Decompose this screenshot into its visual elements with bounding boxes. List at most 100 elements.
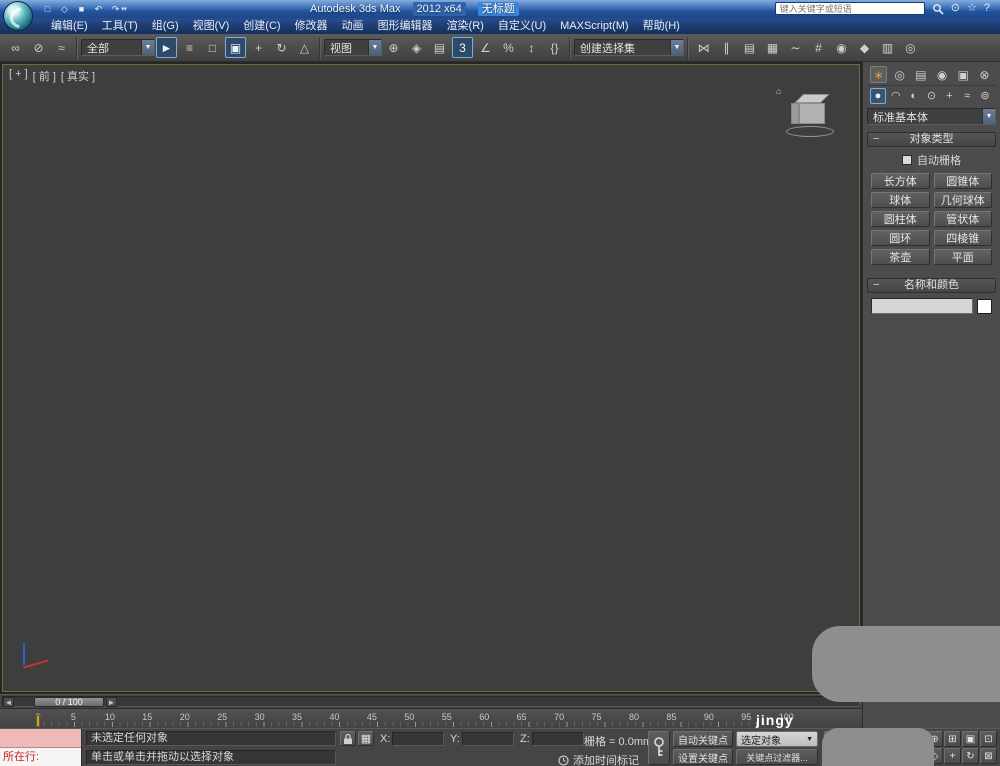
unlink-selection-icon[interactable]: ⊘ — [28, 37, 49, 58]
select-and-link-icon[interactable]: ∞ — [5, 37, 26, 58]
key-filters-button[interactable]: 关键点过滤器... — [736, 749, 818, 765]
menu-item[interactable]: 图形编辑器 — [371, 18, 440, 34]
menu-item[interactable]: 渲染(R) — [440, 18, 491, 34]
use-pivot-point-center-icon[interactable]: ⊕ — [383, 37, 404, 58]
chevron-down-icon[interactable]: ▼ — [368, 40, 381, 55]
add-time-tag[interactable]: 添加时间标记 — [558, 752, 639, 766]
y-coordinate-field[interactable] — [462, 732, 514, 746]
infocenter-search-input[interactable]: 键入关键字或短语 — [774, 2, 925, 15]
chevron-down-icon[interactable]: ▼ — [982, 109, 995, 124]
viewport-view-label[interactable]: [ 前 ] — [33, 68, 56, 84]
object-type-rollout-header[interactable]: − 对象类型 — [867, 132, 996, 147]
motion-tab-icon[interactable]: ◉ — [934, 66, 951, 83]
object-color-swatch[interactable] — [977, 298, 992, 314]
current-frame-marker[interactable] — [36, 715, 40, 727]
modify-tab-icon[interactable]: ◎ — [891, 66, 908, 83]
utilities-tab-icon[interactable]: ⊗ — [976, 66, 993, 83]
object-type-button[interactable]: 圆环 — [871, 230, 930, 246]
view-cube-side-face[interactable] — [791, 103, 799, 124]
helpers-category-icon[interactable]: + — [941, 88, 957, 104]
next-frame-arrow-icon[interactable]: ► — [106, 697, 117, 707]
menu-item[interactable]: 修改器 — [288, 18, 335, 34]
z-coordinate-field[interactable] — [532, 732, 584, 746]
view-cube-front-face[interactable] — [799, 103, 825, 124]
selection-filter-dropdown[interactable]: 全部 ▼ — [81, 39, 155, 56]
spinner-snap-icon[interactable]: ↕ — [521, 37, 542, 58]
schematic-view-icon[interactable]: # — [808, 37, 829, 58]
hierarchy-tab-icon[interactable]: ▤ — [912, 66, 929, 83]
material-editor-icon[interactable]: ◉ — [831, 37, 852, 58]
set-key-button[interactable] — [648, 731, 670, 765]
object-type-button[interactable]: 球体 — [871, 192, 930, 208]
view-cube-ring[interactable] — [786, 126, 834, 137]
geometry-category-icon[interactable]: ● — [870, 87, 886, 104]
pan-icon[interactable]: + — [944, 748, 961, 764]
menu-item[interactable]: MAXScript(M) — [553, 18, 635, 34]
select-by-name-icon[interactable]: ≡ — [179, 37, 200, 58]
snap-toggle-icon[interactable]: 3 — [452, 37, 473, 58]
open-file-icon[interactable]: ◇ — [57, 2, 72, 16]
set-keys-mode-button[interactable]: 设置关键点 — [673, 749, 733, 765]
viewport-menu-label[interactable]: [ + ] — [9, 68, 28, 84]
time-slider-track[interactable] — [2, 696, 860, 707]
named-selection-sets-dropdown[interactable]: 创建选择集 ▼ — [574, 39, 684, 56]
view-cube-top-face[interactable] — [794, 94, 830, 103]
menu-item[interactable]: 工具(T) — [95, 18, 145, 34]
key-set-dropdown[interactable]: 选定对象 ▼ — [736, 731, 818, 747]
layer-manager-icon[interactable]: ▤ — [739, 37, 760, 58]
auto-key-button[interactable]: 自动关键点 — [673, 731, 733, 747]
menu-item[interactable]: 创建(C) — [236, 18, 287, 34]
object-type-button[interactable]: 平面 — [933, 249, 992, 265]
help-icon[interactable]: ? — [984, 2, 990, 15]
front-viewport[interactable]: [ + ] [ 前 ] [ 真实 ] ⌂ — [2, 64, 860, 692]
object-type-button[interactable]: 茶壶 — [871, 249, 930, 265]
menu-item[interactable]: 组(G) — [145, 18, 186, 34]
object-type-button[interactable]: 圆锥体 — [933, 173, 992, 189]
home-icon[interactable]: ⌂ — [776, 86, 781, 96]
object-name-input[interactable] — [871, 298, 973, 314]
create-tab-icon[interactable]: ∗ — [870, 66, 887, 83]
lights-category-icon[interactable]: ◐ — [906, 88, 922, 104]
menu-item[interactable]: 编辑(E) — [44, 18, 95, 34]
maxscript-mini-listener[interactable]: 所在行: — [0, 729, 82, 766]
maximize-viewport-icon[interactable]: ⊠ — [980, 748, 997, 764]
zoom-extents-icon[interactable]: ▣ — [962, 731, 979, 747]
undo-icon[interactable]: ↶ — [91, 2, 106, 16]
select-object-icon[interactable]: ► — [156, 37, 177, 58]
track-bar[interactable]: 0510152025303540455055606570758085909510… — [0, 708, 862, 728]
menu-item[interactable]: 动画 — [335, 18, 371, 34]
select-and-rotate-icon[interactable]: ↻ — [271, 37, 292, 58]
communication-center-icon[interactable]: ⊙ — [951, 2, 960, 15]
align-icon[interactable]: ∥ — [716, 37, 737, 58]
object-type-button[interactable]: 长方体 — [871, 173, 930, 189]
redo-dropdown-caret[interactable]: ▾ — [124, 5, 128, 13]
new-scene-icon[interactable]: □ — [40, 2, 55, 16]
object-type-button[interactable]: 几何球体 — [933, 192, 992, 208]
time-slider-handle[interactable]: 0 / 100 — [34, 697, 104, 707]
listener-line[interactable]: 所在行: — [0, 748, 81, 766]
rendered-frame-window-icon[interactable]: ▥ — [877, 37, 898, 58]
absolute-offset-mode-toggle[interactable]: ▦ — [358, 731, 374, 746]
shapes-category-icon[interactable]: ◠ — [888, 88, 904, 104]
max-logo-icon[interactable] — [3, 1, 33, 31]
select-and-move-icon[interactable]: + — [248, 37, 269, 58]
render-production-icon[interactable]: ◎ — [900, 37, 921, 58]
edit-named-selection-sets-icon[interactable]: {} — [544, 37, 565, 58]
angle-snap-icon[interactable]: ∠ — [475, 37, 496, 58]
reference-coordinate-dropdown[interactable]: 视图 ▼ — [324, 39, 382, 56]
display-tab-icon[interactable]: ▣ — [955, 66, 972, 83]
menu-item[interactable]: 视图(V) — [186, 18, 237, 34]
previous-frame-arrow-icon[interactable]: ◄ — [3, 697, 14, 707]
menu-item[interactable]: 帮助(H) — [636, 18, 687, 34]
mirror-icon[interactable]: ⋈ — [693, 37, 714, 58]
render-setup-icon[interactable]: ◆ — [854, 37, 875, 58]
space-warps-category-icon[interactable]: ≈ — [959, 88, 975, 104]
name-color-rollout-header[interactable]: − 名称和颜色 — [867, 278, 996, 293]
keyboard-shortcut-override-icon[interactable]: ▤ — [429, 37, 450, 58]
cameras-category-icon[interactable]: ⊙ — [923, 88, 939, 104]
select-and-scale-icon[interactable]: △ — [294, 37, 315, 58]
window-crossing-icon[interactable]: ▣ — [225, 37, 246, 58]
graphite-modeling-icon[interactable]: ▦ — [762, 37, 783, 58]
macro-recorder-line[interactable] — [0, 729, 81, 748]
curve-editor-icon[interactable]: ∼ — [785, 37, 806, 58]
